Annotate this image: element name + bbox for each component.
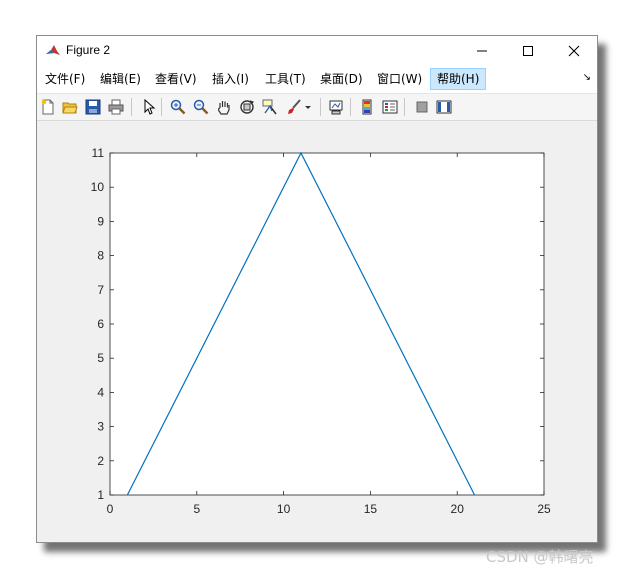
toolbar-separator bbox=[350, 98, 351, 116]
open-file-icon bbox=[62, 102, 78, 114]
data-cursor-icon bbox=[262, 99, 277, 115]
print-icon bbox=[108, 99, 124, 115]
x-tick-label: 20 bbox=[451, 502, 465, 516]
y-tick-label: 9 bbox=[97, 214, 104, 228]
colorbar-button[interactable] bbox=[357, 97, 377, 117]
title-bar[interactable]: Figure 2 bbox=[37, 36, 597, 66]
zoom-out-icon bbox=[193, 99, 209, 115]
toolbar-separator bbox=[131, 98, 132, 116]
link-plot-button[interactable] bbox=[326, 97, 346, 117]
menu-insert[interactable]: 插入(I) bbox=[206, 68, 255, 90]
y-tick-label: 5 bbox=[97, 351, 104, 365]
figure-window: Figure 2 文件(F) 编辑(E) 查看(V) 插入(I) 工具(T) 桌… bbox=[36, 35, 598, 543]
maximize-button[interactable] bbox=[505, 36, 551, 66]
y-tick-label: 10 bbox=[91, 180, 105, 194]
y-tick-label: 11 bbox=[92, 146, 105, 160]
zoom-in-button[interactable] bbox=[168, 97, 188, 117]
y-tick-label: 7 bbox=[97, 283, 104, 297]
brush-icon bbox=[288, 99, 301, 114]
pointer-icon bbox=[144, 99, 156, 115]
matlab-icon bbox=[45, 43, 61, 59]
toolbar-separator bbox=[320, 98, 321, 116]
legend-icon bbox=[382, 100, 398, 114]
y-tick-label: 2 bbox=[97, 454, 104, 468]
y-tick-label: 8 bbox=[97, 249, 104, 263]
legend-button[interactable] bbox=[380, 97, 400, 117]
new-figure-button[interactable] bbox=[38, 97, 58, 117]
brush-button[interactable] bbox=[284, 97, 304, 117]
print-button[interactable] bbox=[106, 97, 126, 117]
hide-plot-tools-icon bbox=[416, 101, 428, 113]
pan-icon bbox=[217, 101, 230, 115]
menu-view[interactable]: 查看(V) bbox=[149, 68, 203, 90]
menu-bar: 文件(F) 编辑(E) 查看(V) 插入(I) 工具(T) 桌面(D) 窗口(W… bbox=[37, 66, 597, 94]
menu-tools[interactable]: 工具(T) bbox=[259, 68, 312, 90]
chevron-down-icon bbox=[305, 106, 311, 109]
show-plot-tools-button[interactable] bbox=[434, 97, 454, 117]
data-cursor-button[interactable] bbox=[260, 97, 280, 117]
menu-window[interactable]: 窗口(W) bbox=[371, 68, 428, 90]
new-figure-icon bbox=[41, 99, 54, 115]
link-plot-icon bbox=[329, 100, 343, 115]
close-button[interactable] bbox=[551, 36, 597, 66]
y-tick-label: 1 bbox=[97, 488, 104, 502]
dock-arrow-icon[interactable]: ↘ bbox=[583, 72, 591, 83]
save-icon bbox=[85, 99, 101, 115]
save-button[interactable] bbox=[83, 97, 103, 117]
figure-canvas: 0 5 10 15 20 25 1 2 3 4 5 6 7 8 9 10 11 bbox=[37, 121, 597, 542]
x-tick-label: 5 bbox=[193, 502, 200, 516]
menu-edit[interactable]: 编辑(E) bbox=[94, 68, 147, 90]
edit-plot-button[interactable] bbox=[138, 97, 158, 117]
pan-button[interactable] bbox=[214, 97, 234, 117]
show-plot-tools-icon bbox=[436, 100, 452, 114]
toolbar-separator bbox=[404, 98, 405, 116]
open-file-button[interactable] bbox=[60, 97, 80, 117]
line-plot[interactable]: 0 5 10 15 20 25 1 2 3 4 5 6 7 8 9 10 11 bbox=[37, 121, 597, 542]
minimize-button[interactable] bbox=[459, 36, 505, 66]
window-title: Figure 2 bbox=[66, 43, 111, 57]
minimize-icon bbox=[477, 50, 487, 52]
menu-help[interactable]: 帮助(H) bbox=[430, 68, 487, 90]
zoom-in-icon bbox=[170, 99, 186, 115]
menu-file[interactable]: 文件(F) bbox=[39, 68, 91, 90]
rotate-3d-button[interactable] bbox=[237, 97, 257, 117]
zoom-out-button[interactable] bbox=[191, 97, 211, 117]
x-tick-label: 0 bbox=[107, 502, 114, 516]
x-tick-label: 25 bbox=[537, 502, 551, 516]
maximize-icon bbox=[523, 46, 533, 56]
x-tick-label: 10 bbox=[277, 502, 291, 516]
rotate-3d-icon bbox=[240, 100, 255, 114]
x-tick-label: 15 bbox=[364, 502, 378, 516]
hide-plot-tools-button[interactable] bbox=[412, 97, 432, 117]
y-tick-label: 6 bbox=[97, 317, 104, 331]
figure-toolbar bbox=[37, 94, 597, 121]
toolbar-separator bbox=[161, 98, 162, 116]
menu-desktop[interactable]: 桌面(D) bbox=[314, 68, 369, 90]
y-tick-label: 4 bbox=[97, 385, 104, 399]
brush-dropdown[interactable] bbox=[303, 97, 313, 117]
colorbar-icon bbox=[362, 99, 372, 115]
y-tick-label: 3 bbox=[97, 420, 104, 434]
close-icon bbox=[568, 45, 580, 57]
watermark: CSDN @韩曙亮 bbox=[486, 548, 594, 566]
